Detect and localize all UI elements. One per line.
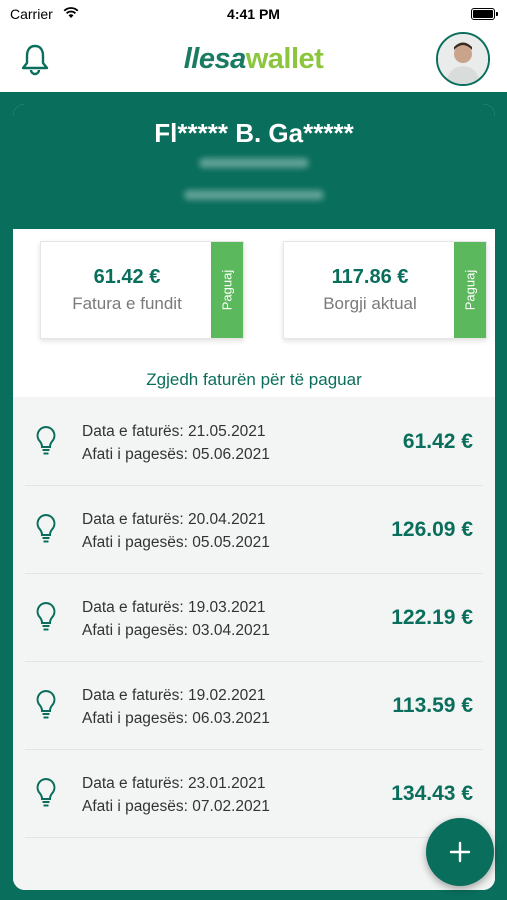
current-debt-amount: 117.86 € <box>331 266 409 288</box>
summary-section: 61.42 € Fatura e fundit Paguaj 117.86 € … <box>13 229 495 361</box>
redacted-line <box>199 158 309 168</box>
pay-button-label: Paguaj <box>462 269 478 311</box>
logo-text-esa: esa <box>198 43 246 75</box>
invoice-due-date: Afati i pagesës: 05.06.2021 <box>82 446 270 463</box>
lightbulb-icon <box>36 425 56 455</box>
lightbulb-icon <box>36 777 56 807</box>
lightbulb-icon <box>36 513 56 543</box>
avatar[interactable] <box>436 32 490 86</box>
battery-icon <box>471 8 498 20</box>
logo-mark: ll <box>183 43 200 75</box>
invoice-date: Data e faturës: 20.04.2021 <box>82 511 266 528</box>
lightbulb-icon <box>36 601 56 631</box>
avatar-person-icon <box>438 34 488 84</box>
invoice-due-date: Afati i pagesës: 05.05.2021 <box>82 534 270 551</box>
last-invoice-label: Fatura e fundit <box>72 294 182 313</box>
status-bar: Carrier 4:41 PM <box>0 0 507 28</box>
app-logo: llesawallet <box>0 43 507 76</box>
app-header: llesawallet <box>0 28 507 92</box>
invoice-list: Data e faturës: 21.05.2021 Afati i pages… <box>13 397 495 890</box>
lightbulb-icon <box>36 689 56 719</box>
pay-current-debt-button[interactable]: Paguaj <box>454 242 486 338</box>
invoice-amount: 134.43 € <box>391 782 473 805</box>
clock: 4:41 PM <box>227 6 280 22</box>
account-header: Fl***** B. Ga***** <box>13 104 495 229</box>
invoice-list-title: Zgjedh faturën për të paguar <box>146 370 362 389</box>
invoice-date: Data e faturës: 19.03.2021 <box>82 599 266 616</box>
pay-button-label: Paguaj <box>219 269 235 311</box>
invoice-row[interactable]: Data e faturës: 19.03.2021 Afati i pages… <box>25 573 483 662</box>
invoice-due-date: Afati i pagesës: 03.04.2021 <box>82 622 270 639</box>
invoice-due-date: Afati i pagesës: 07.02.2021 <box>82 798 270 815</box>
invoice-row[interactable]: Data e faturës: 23.01.2021 Afati i pages… <box>25 749 483 838</box>
plus-icon <box>449 841 471 863</box>
invoice-row[interactable]: Data e faturës: 21.05.2021 Afati i pages… <box>25 397 483 486</box>
invoice-amount: 61.42 € <box>402 430 473 453</box>
invoice-row[interactable]: Data e faturës: 19.02.2021 Afati i pages… <box>25 661 483 750</box>
pay-last-invoice-button[interactable]: Paguaj <box>211 242 243 338</box>
invoice-date: Data e faturës: 21.05.2021 <box>82 423 266 440</box>
invoice-amount: 113.59 € <box>392 694 473 717</box>
add-button[interactable] <box>426 818 494 886</box>
invoice-amount: 126.09 € <box>391 518 473 541</box>
logo-text-wallet: wallet <box>245 43 324 75</box>
current-debt-label: Borgji aktual <box>323 294 417 313</box>
last-invoice-box: 61.42 € Fatura e fundit Paguaj <box>40 241 244 339</box>
redacted-line <box>184 190 324 200</box>
invoice-date: Data e faturës: 19.02.2021 <box>82 687 266 704</box>
invoice-amount: 122.19 € <box>391 606 473 629</box>
invoice-row[interactable]: Data e faturës: 20.04.2021 Afati i pages… <box>25 485 483 574</box>
user-name: Fl***** B. Ga***** <box>154 118 354 148</box>
invoice-due-date: Afati i pagesës: 06.03.2021 <box>82 710 270 727</box>
account-card: Fl***** B. Ga***** 61.42 € Fatura e fund… <box>13 104 495 890</box>
current-debt-box: 117.86 € Borgji aktual Paguaj <box>283 241 487 339</box>
invoice-date: Data e faturës: 23.01.2021 <box>82 775 266 792</box>
last-invoice-amount: 61.42 € <box>93 266 161 288</box>
